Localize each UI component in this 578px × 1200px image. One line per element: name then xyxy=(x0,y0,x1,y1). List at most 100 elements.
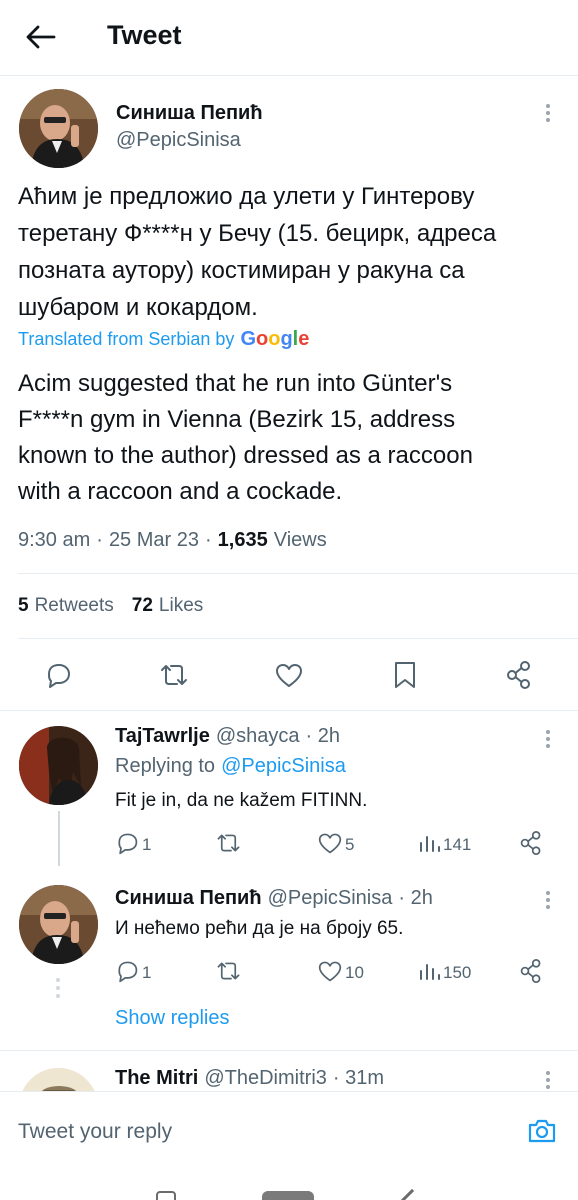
translated-text: Acim suggested that he run into Günter's… xyxy=(18,366,568,510)
reply-author-name[interactable]: TajTawrlje xyxy=(115,725,210,748)
reply-button[interactable] xyxy=(44,661,72,689)
share-button[interactable] xyxy=(505,660,533,690)
reply-like-count: 5 xyxy=(345,835,355,854)
reply-more-button[interactable] xyxy=(546,1068,552,1091)
page-title: Tweet xyxy=(107,20,182,50)
reply-avatar[interactable] xyxy=(19,1068,98,1091)
tweet-text-line: Аћим је предложио да улети у Гинтерову xyxy=(18,183,475,210)
reply-time[interactable]: · 2h xyxy=(306,725,340,748)
reply-composer: Tweet your reply xyxy=(0,1091,578,1171)
reply-retweet-button[interactable] xyxy=(215,959,242,983)
camera-button[interactable] xyxy=(527,1117,557,1145)
retweets-label: Retweets xyxy=(34,595,114,616)
reply-reply-count: 1 xyxy=(142,835,152,854)
reply-header: The Mitri @TheDimitri3 · 31m xyxy=(115,1067,384,1090)
reply-item[interactable]: The Mitri @TheDimitri3 · 31m xyxy=(0,1051,578,1091)
reply-action-bar: 1 10 150 xyxy=(115,958,555,989)
author-name[interactable]: Синиша Пепић xyxy=(116,102,263,125)
reply-share-button[interactable] xyxy=(519,958,543,984)
likes-count: 72 xyxy=(131,595,153,616)
nav-recents-icon[interactable] xyxy=(397,1188,427,1200)
nav-home-icon[interactable] xyxy=(262,1191,314,1200)
tweet-more-button[interactable] xyxy=(546,101,552,125)
like-icon xyxy=(318,833,342,854)
reply-reply-button[interactable] xyxy=(115,959,139,983)
views-icon xyxy=(420,964,440,980)
retweets-stat[interactable]: 5 Retweets xyxy=(18,595,114,617)
bookmark-button[interactable] xyxy=(392,660,418,690)
tweet-text-line: позната аутору) костимиран у ракуна са xyxy=(18,257,465,284)
reply-header: TajTawrlje @shayca · 2h xyxy=(115,725,340,748)
author-avatar[interactable] xyxy=(19,89,98,168)
reply-reply-count: 1 xyxy=(142,963,152,982)
likes-label: Likes xyxy=(158,595,204,616)
reply-author-handle[interactable]: @PepicSinisa xyxy=(268,887,393,910)
reply-time[interactable]: · 2h xyxy=(398,887,432,910)
nav-back-icon[interactable] xyxy=(156,1191,176,1200)
reply-like-button[interactable] xyxy=(317,959,343,983)
reply-retweet-button[interactable] xyxy=(215,831,242,855)
reply-text: Fit je in, da ne kažem FITINN. xyxy=(115,790,368,811)
reply-author-name[interactable]: The Mitri xyxy=(115,1067,198,1090)
more-icon xyxy=(546,1071,552,1089)
system-nav-bar xyxy=(0,1171,578,1200)
translated-text-line: known to the author) dressed as a raccoo… xyxy=(18,442,473,469)
thread-dots xyxy=(56,974,62,1002)
replying-to-handle[interactable]: @PepicSinisa xyxy=(221,755,346,778)
reply-views-button[interactable] xyxy=(417,831,441,855)
reply-views-button[interactable] xyxy=(417,959,441,983)
translation-attribution: Translated from Serbian by Google xyxy=(18,328,309,351)
like-button[interactable] xyxy=(274,661,304,689)
views-icon xyxy=(420,836,440,852)
reply-more-button[interactable] xyxy=(546,888,552,912)
reply-header: Синиша Пепић @PepicSinisa · 2h xyxy=(115,887,433,910)
reply-author-name[interactable]: Синиша Пепић xyxy=(115,887,262,910)
retweet-icon xyxy=(217,962,240,980)
translated-label: Translated from Serbian by xyxy=(18,329,235,349)
tweet-date[interactable]: 25 Mar 23 xyxy=(109,529,199,552)
reply-time[interactable]: · 31m xyxy=(333,1067,384,1090)
reply-text: И нећемо рећи да је на броју 65. xyxy=(115,918,404,939)
reply-views-count: 141 xyxy=(443,835,472,854)
reply-reply-button[interactable] xyxy=(115,831,139,855)
like-icon xyxy=(276,664,302,687)
header-bar: Tweet xyxy=(0,0,578,76)
show-replies-link[interactable]: Show replies xyxy=(115,1007,230,1030)
translated-text-line: with a raccoon and a cockade. xyxy=(18,478,343,505)
replying-to-label: Replying to xyxy=(115,755,216,777)
author-handle[interactable]: @PepicSinisa xyxy=(116,129,241,152)
tweet-stats: 5 Retweets 72 Likes xyxy=(18,595,203,617)
back-arrow-icon xyxy=(26,25,56,49)
translated-text-line: Acim suggested that he run into Günter's xyxy=(18,370,453,397)
tweet-time[interactable]: 9:30 am xyxy=(18,529,90,552)
reply-author-handle[interactable]: @shayca xyxy=(216,725,300,748)
tweet-text-line: шубаром и кокардом. xyxy=(18,294,258,321)
retweet-icon xyxy=(217,834,240,852)
like-icon xyxy=(318,961,342,982)
retweet-button[interactable] xyxy=(158,661,190,689)
reply-author-handle[interactable]: @TheDimitri3 xyxy=(204,1067,327,1090)
likes-stat[interactable]: 72 Likes xyxy=(132,595,204,617)
more-icon xyxy=(546,891,552,909)
reply-avatar[interactable] xyxy=(19,885,98,964)
share-icon xyxy=(520,830,541,855)
bookmark-icon xyxy=(395,662,415,688)
reply-avatar[interactable] xyxy=(19,726,98,805)
camera-icon xyxy=(528,1119,556,1143)
google-logo: Google xyxy=(240,328,310,350)
tweet-meta: 9:30 am · 25 Mar 23 · 1,635 Views xyxy=(18,529,327,552)
views-count: 1,635 xyxy=(217,529,268,551)
more-icon xyxy=(546,104,552,122)
tweet-text-line: теретану Ф****н у Бечу (15. бецирк, адре… xyxy=(18,220,497,247)
reply-share-button[interactable] xyxy=(519,830,543,856)
translated-text-line: F****n gym in Vienna (Bezirk 15, address xyxy=(18,406,456,433)
reply-input[interactable]: Tweet your reply xyxy=(18,1120,498,1144)
back-button[interactable] xyxy=(24,22,58,52)
reply-item[interactable]: TajTawrlje @shayca · 2h Replying to @Pep… xyxy=(0,711,578,866)
reply-icon xyxy=(48,664,70,688)
share-icon xyxy=(520,958,541,983)
reply-item[interactable]: Синиша Пепић @PepicSinisa · 2h И нећемо … xyxy=(0,870,578,1040)
reply-more-button[interactable] xyxy=(546,727,552,751)
reply-icon xyxy=(118,961,138,983)
reply-like-button[interactable] xyxy=(317,831,343,855)
